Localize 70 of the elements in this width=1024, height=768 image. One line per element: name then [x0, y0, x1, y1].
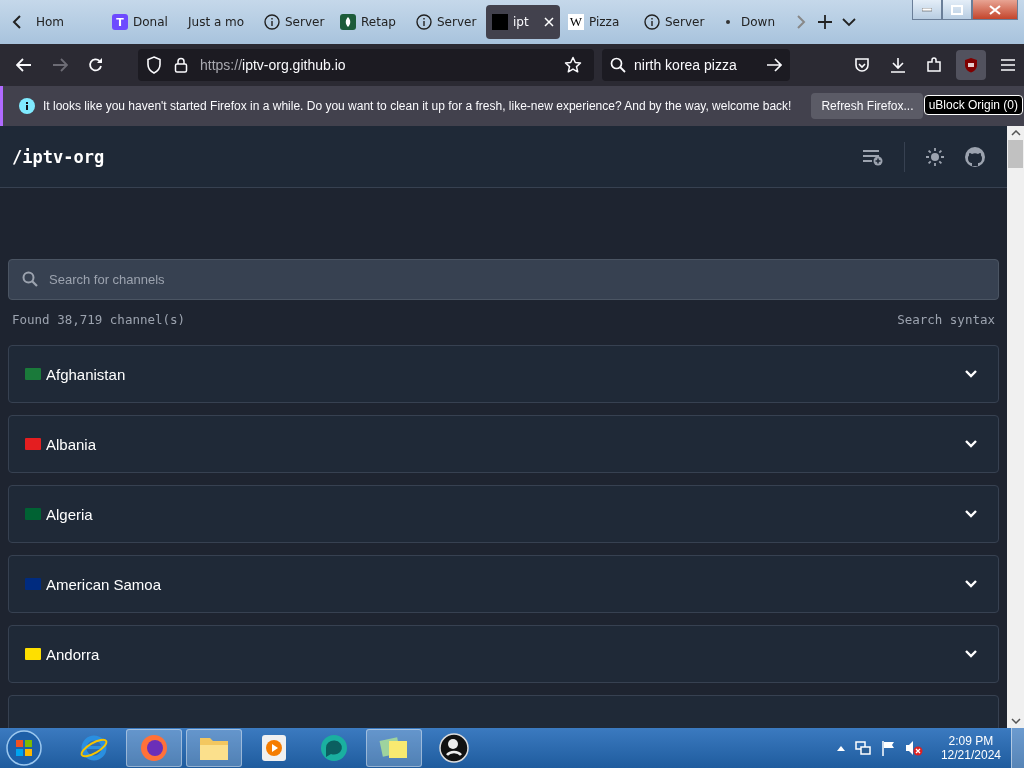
browser-tab[interactable]: ipt	[486, 5, 560, 39]
browser-tab[interactable]: Down	[714, 5, 788, 39]
network-icon[interactable]	[854, 740, 871, 756]
search-syntax-link[interactable]: Search syntax	[897, 312, 995, 327]
chevron-icon[interactable]	[964, 439, 978, 449]
browser-tab[interactable]: Server	[410, 5, 484, 39]
lock-icon	[174, 57, 188, 73]
clock-time[interactable]: 2:09 PM	[948, 734, 994, 748]
browser-tab[interactable]: W Pizza	[562, 5, 636, 39]
github-icon[interactable]	[965, 146, 985, 167]
browser-tab[interactable]: Just a mo	[182, 5, 256, 39]
country-row[interactable]: Andorra	[8, 625, 999, 683]
show-hidden-icons-icon[interactable]	[836, 745, 845, 751]
country-row[interactable]: Albania	[8, 415, 999, 473]
go-arrow-icon[interactable]	[766, 57, 782, 73]
square-icon	[492, 14, 508, 30]
maximize-icon[interactable]	[942, 0, 972, 20]
browser-tab[interactable]: Hom	[30, 5, 104, 39]
letter-icon: T	[112, 14, 128, 30]
back-icon[interactable]	[16, 57, 32, 73]
shield-extension-icon[interactable]	[956, 50, 986, 80]
country-row[interactable]: Algeria	[8, 485, 999, 543]
address-bar[interactable]: https://iptv-org.github.io	[138, 49, 594, 81]
start-button[interactable]	[6, 730, 42, 766]
search-icon	[610, 57, 626, 73]
site-logo[interactable]: /iptv-org	[12, 146, 105, 167]
country-row[interactable]: American Samoa	[8, 555, 999, 613]
shield-icon[interactable]	[146, 56, 162, 74]
menu-icon[interactable]	[1000, 58, 1016, 72]
channel-count: Found 38,719 channel(s)	[12, 312, 186, 327]
browser-tab[interactable]: Server	[258, 5, 332, 39]
info-icon	[264, 14, 280, 30]
chevron-icon[interactable]	[964, 369, 978, 379]
scrollbar-thumb[interactable]	[1008, 140, 1023, 168]
browser-tab[interactable]: T Donal	[106, 5, 180, 39]
download-icon[interactable]	[890, 57, 906, 73]
reload-icon[interactable]	[88, 57, 104, 73]
volume-muted-icon[interactable]	[904, 740, 923, 756]
star-icon[interactable]	[564, 56, 582, 74]
sun-icon[interactable]	[925, 146, 945, 167]
chevron-icon[interactable]	[964, 579, 978, 589]
info-icon	[416, 14, 432, 30]
scroll-up-icon[interactable]	[1010, 130, 1021, 136]
browser-tab[interactable]: Server	[638, 5, 712, 39]
chevron-icon[interactable]	[964, 649, 978, 659]
clock-date[interactable]: 12/21/2024	[940, 748, 1001, 762]
scrollbar[interactable]	[1007, 126, 1024, 728]
playlist-add-icon[interactable]	[862, 147, 884, 166]
forward-icon[interactable]	[52, 57, 68, 73]
scroll-down-icon[interactable]	[1010, 718, 1021, 724]
pocket-icon[interactable]	[854, 57, 870, 73]
extension-tooltip: uBlock Origin (0)	[923, 95, 1023, 115]
info-icon	[644, 14, 660, 30]
refresh-firefox-button[interactable]: Refresh Firefox...	[811, 93, 924, 119]
notification-message: It looks like you haven't started Firefox in a while. Do you want to clean it up for a fresh, like-new experience? And by the way, welcome back!	[43, 99, 792, 113]
close-icon[interactable]	[972, 0, 1018, 20]
leaf-icon	[340, 14, 356, 30]
info-icon	[19, 98, 35, 114]
minimize-icon[interactable]	[912, 0, 942, 20]
country-row[interactable]: Afghanistan	[8, 345, 999, 403]
chevron-icon[interactable]	[964, 509, 978, 519]
firefox-taskbar-icon[interactable]	[126, 729, 182, 767]
letter-icon: W	[568, 14, 584, 30]
puzzle-icon[interactable]	[926, 57, 942, 73]
search-bar[interactable]: nirth korea pizza	[602, 49, 790, 81]
folder-taskbar-icon[interactable]	[186, 729, 242, 767]
search-field[interactable]: Search for channels	[8, 259, 999, 300]
flag-icon[interactable]	[880, 740, 895, 756]
browser-tab[interactable]: Retap	[334, 5, 408, 39]
search-icon	[22, 271, 38, 287]
